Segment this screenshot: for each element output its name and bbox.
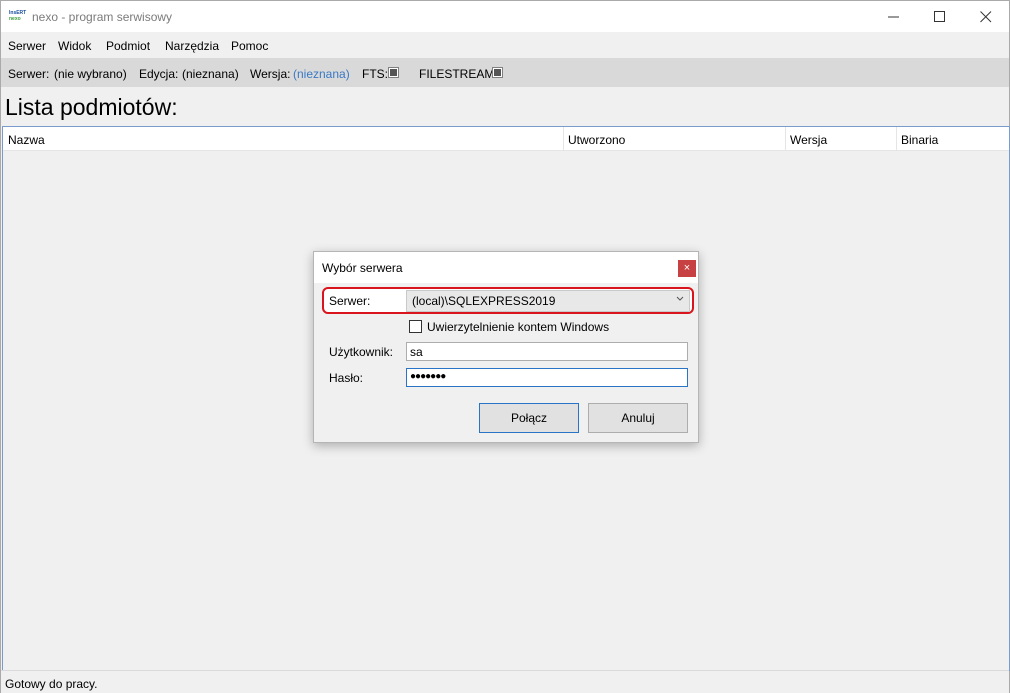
windows-auth-checkbox[interactable] [409, 320, 422, 333]
page-title: Lista podmiotów: [5, 94, 178, 120]
windows-auth-label[interactable]: Uwierzytelnienie kontem Windows [427, 320, 609, 334]
maximize-button[interactable] [917, 1, 963, 32]
password-input[interactable]: ●●●●●●● [406, 368, 688, 387]
app-logo-icon: InsERT nexo [9, 10, 27, 22]
menu-widok[interactable]: Widok [58, 39, 91, 53]
close-icon: × [683, 262, 691, 274]
menu-podmiot[interactable]: Podmiot [106, 39, 150, 53]
column-header-nazwa[interactable]: Nazwa [3, 127, 564, 150]
server-info-label: Serwer: [8, 67, 50, 81]
menu-narzedzia[interactable]: Narzędzia [165, 39, 219, 53]
cancel-button[interactable]: Anuluj [588, 403, 688, 433]
server-combobox-value: (local)\SQLEXPRESS2019 [412, 294, 556, 308]
server-combobox[interactable]: (local)\SQLEXPRESS2019 [406, 290, 690, 312]
connect-button[interactable]: Połącz [479, 403, 579, 433]
user-label: Użytkownik: [329, 345, 394, 359]
edition-info-label: Edycja: [139, 67, 179, 81]
filestream-label: FILESTREAM: [419, 67, 498, 81]
column-header-binaria[interactable]: Binaria [896, 127, 1008, 150]
menu-bar: Serwer Widok Podmiot Narzędzia Pomoc [1, 32, 1009, 57]
close-button[interactable] [963, 1, 1009, 32]
version-info-link[interactable]: (nieznana) [293, 67, 350, 81]
status-text: Gotowy do pracy. [5, 677, 98, 691]
column-header-utworzono[interactable]: Utworzono [563, 127, 786, 150]
server-selection-dialog: Wybór serwera × Serwer: (local)\SQLEXPRE… [313, 251, 699, 443]
window-title: nexo - program serwisowy [32, 10, 173, 24]
dialog-close-button[interactable]: × [678, 260, 696, 277]
menu-pomoc[interactable]: Pomoc [231, 39, 268, 53]
maximize-icon [934, 11, 945, 22]
user-input-value: sa [410, 345, 423, 359]
list-header: Nazwa Utworzono Wersja Binaria [3, 127, 1009, 151]
app-window: InsERT nexo nexo - program serwisowy Ser… [0, 0, 1010, 693]
fts-label: FTS: [362, 67, 388, 81]
status-bar: Gotowy do pracy. [1, 670, 1009, 693]
server-label: Serwer: [329, 294, 371, 308]
fts-indicator [388, 67, 399, 78]
server-info-value: (nie wybrano) [54, 67, 127, 81]
dialog-title: Wybór serwera [322, 261, 403, 275]
password-input-value: ●●●●●●● [410, 371, 446, 382]
column-header-wersja[interactable]: Wersja [785, 127, 897, 150]
dialog-title-bar[interactable]: Wybór serwera × [314, 252, 698, 283]
menu-serwer[interactable]: Serwer [8, 39, 46, 53]
close-icon [980, 11, 992, 23]
filestream-indicator [492, 67, 503, 78]
edition-info-value: (nieznana) [182, 67, 239, 81]
user-input[interactable]: sa [406, 342, 688, 361]
minimize-button[interactable] [871, 1, 917, 32]
password-label: Hasło: [329, 371, 364, 385]
minimize-icon [888, 16, 899, 18]
info-bar: Serwer: (nie wybrano) Edycja: (nieznana)… [1, 58, 1009, 87]
version-info-label: Wersja: [250, 67, 291, 81]
title-bar[interactable]: InsERT nexo nexo - program serwisowy [1, 1, 1009, 32]
chevron-down-icon [676, 296, 684, 301]
